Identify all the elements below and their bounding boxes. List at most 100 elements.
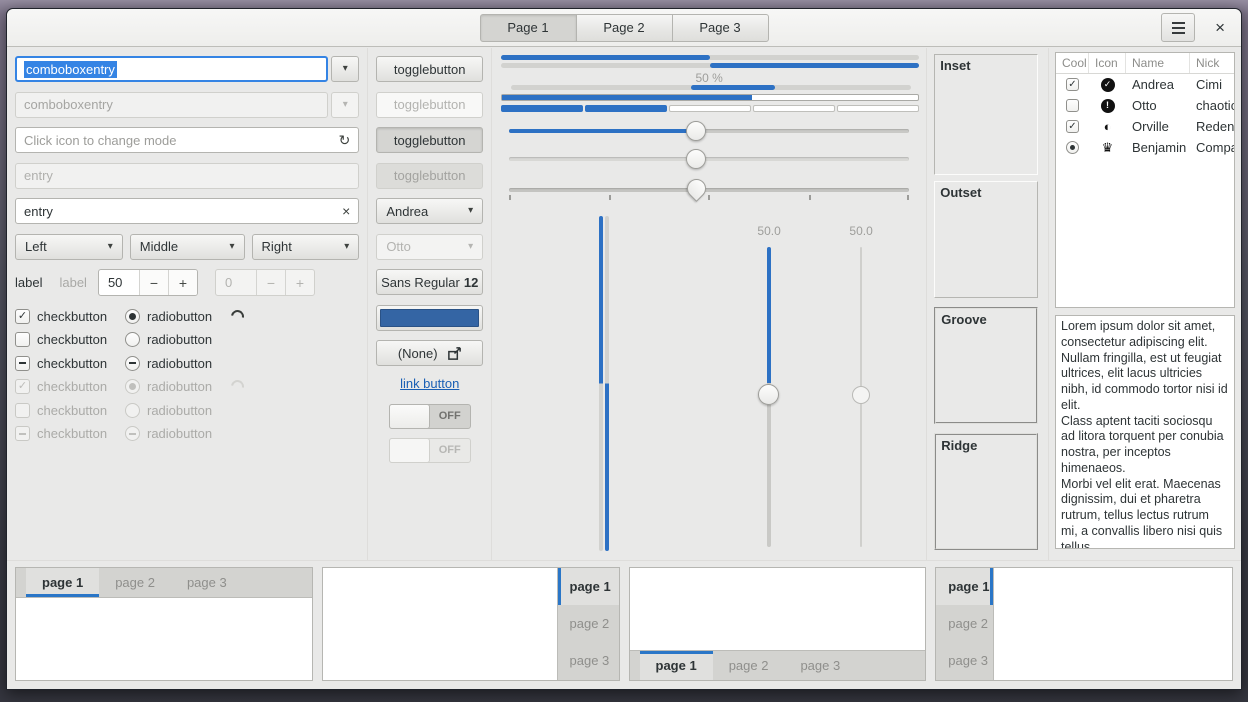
scale-mark: [809, 195, 811, 200]
notebook-tabs-left: page 1 page 2 page 3: [935, 567, 1233, 681]
label: label: [15, 275, 42, 290]
spinbutton-value[interactable]: 50: [99, 270, 139, 295]
spinbutton-disabled-value: 0: [216, 270, 256, 295]
combobox-middle[interactable]: Middle ▾: [130, 234, 245, 260]
table-row[interactable]: ! Otto chaotic: [1056, 95, 1234, 116]
left-column: comboboxentry ▾ comboboxentry ▾: [7, 48, 368, 560]
comboboxentry-input[interactable]: comboboxentry: [15, 56, 328, 82]
app-chooser-button[interactable]: (None): [376, 340, 483, 366]
entry-value: entry: [24, 204, 342, 219]
tab-page-1[interactable]: Page 1: [480, 14, 577, 42]
hscale2-track[interactable]: [509, 157, 909, 161]
mode-entry-input[interactable]: [24, 133, 339, 148]
column-header-icon[interactable]: Icon: [1089, 53, 1126, 73]
nb4-tab-page3[interactable]: page 3: [936, 642, 993, 679]
checkbox-indeterminate[interactable]: [15, 356, 30, 371]
vscale2-value-label: 50.0: [821, 224, 901, 238]
spinbutton-disabled: 0 − +: [215, 269, 315, 296]
hscale-marks-track[interactable]: [509, 188, 909, 192]
togglebutton-active[interactable]: togglebutton: [376, 127, 483, 153]
vertical-progressbar-up: [605, 216, 609, 551]
levelbar-discrete: [501, 105, 919, 112]
vscale-value-label: 50.0: [729, 224, 809, 238]
spin-plus-button[interactable]: +: [168, 270, 197, 295]
nb1-page-content: [16, 598, 312, 680]
page-switcher: Page 1 Page 2 Page 3: [480, 14, 769, 42]
scale-mark: [907, 195, 909, 200]
togglebutton[interactable]: togglebutton: [376, 56, 483, 82]
checkbox-unchecked[interactable]: [15, 332, 30, 347]
table-row[interactable]: ♛ Benjamin Compa…: [1056, 137, 1234, 158]
progressbar-activity: [511, 85, 911, 90]
hscale-handle[interactable]: [686, 121, 706, 141]
vscale2-handle[interactable]: [852, 386, 870, 404]
column-header-name[interactable]: Name: [1126, 53, 1190, 73]
scale-mark: [708, 195, 710, 200]
switch-off[interactable]: OFF: [389, 404, 471, 429]
tab-page-2[interactable]: Page 2: [576, 14, 673, 42]
color-button[interactable]: [376, 305, 483, 331]
nb2-tab-page1[interactable]: page 1: [558, 568, 619, 605]
radio-unselected[interactable]: [125, 332, 140, 347]
font-button[interactable]: Sans Regular12: [376, 269, 483, 295]
table-row[interactable]: ✓ ✓ Andrea Cimi: [1056, 74, 1234, 95]
comboboxentry-dropdown-button[interactable]: ▾: [331, 56, 359, 82]
nb2-tab-page2[interactable]: page 2: [558, 605, 619, 642]
row-radio-selected[interactable]: [1066, 141, 1079, 154]
vertical-progressbar-down: [599, 216, 603, 551]
notebook-tabs-right: page 1 page 2 page 3: [322, 567, 620, 681]
close-button[interactable]: ×: [1211, 17, 1229, 38]
row-checkbox-checked[interactable]: ✓: [1066, 78, 1079, 91]
nb1-tab-page1[interactable]: page 1: [26, 568, 99, 597]
vscale-handle[interactable]: [758, 384, 779, 405]
half-circle-emblem-icon: ◐: [1104, 120, 1112, 133]
combobox-right[interactable]: Right ▾: [252, 234, 360, 260]
nb2-tab-page3[interactable]: page 3: [558, 642, 619, 679]
hscale-marks-handle[interactable]: [683, 175, 710, 202]
clear-icon[interactable]: ×: [342, 203, 350, 219]
spinbutton[interactable]: 50 − +: [98, 269, 198, 296]
nb3-tab-page3[interactable]: page 3: [784, 651, 856, 680]
column-header-cool[interactable]: Cool: [1056, 53, 1089, 73]
table-row[interactable]: ✓ ◐ Orville Reden…: [1056, 116, 1234, 137]
checkbox-checked[interactable]: ✓: [15, 309, 30, 324]
lorem-paragraph-3: Morbi vel elit erat. Maecenas dignissim,…: [1061, 477, 1229, 550]
mode-entry[interactable]: ↻: [15, 127, 359, 153]
combobox-andrea[interactable]: Andrea ▾: [376, 198, 483, 224]
switch-knob[interactable]: [389, 404, 430, 429]
tab-page-3[interactable]: Page 3: [672, 14, 769, 42]
radio-indeterminate[interactable]: [125, 356, 140, 371]
spinner-icon: [228, 307, 246, 325]
entry[interactable]: entry ×: [15, 198, 359, 224]
nb4-tab-page1[interactable]: page 1: [936, 568, 993, 605]
link-button[interactable]: link button: [376, 376, 483, 391]
spinner-disabled-icon: [228, 377, 246, 395]
treeview[interactable]: Cool Icon Name Nick ✓ ✓ Andrea Cimi !: [1055, 52, 1235, 308]
chevron-down-icon: ▾: [230, 242, 235, 252]
label-disabled: label: [59, 275, 86, 290]
chevron-down-icon: ▾: [343, 64, 348, 74]
combobox-otto-disabled: Otto ▾: [376, 234, 483, 260]
spin-minus-button[interactable]: −: [139, 270, 168, 295]
frames-column: Inset Outset Groove Ridge: [927, 48, 1049, 560]
refresh-icon[interactable]: ↻: [339, 132, 351, 149]
frame-outset: Outset: [934, 181, 1038, 298]
radio-selected[interactable]: [125, 309, 140, 324]
nb3-tab-page2[interactable]: page 2: [713, 651, 785, 680]
chevron-down-icon: ▾: [108, 242, 113, 252]
radio-indeterminate-disabled: [125, 426, 140, 441]
hscale-track[interactable]: [509, 129, 909, 133]
nb1-tab-page2[interactable]: page 2: [99, 568, 171, 597]
lorem-paragraph-2: Class aptent taciti sociosqu ad litora t…: [1061, 414, 1229, 477]
textview[interactable]: Lorem ipsum dolor sit amet, consectetur …: [1055, 315, 1235, 549]
combobox-left[interactable]: Left ▾: [15, 234, 123, 260]
row-checkbox-unchecked[interactable]: [1066, 99, 1079, 112]
nb3-tab-page1[interactable]: page 1: [640, 651, 713, 680]
nb1-tab-page3[interactable]: page 3: [171, 568, 243, 597]
hscale2-handle[interactable]: [686, 149, 706, 169]
nb4-tab-page2[interactable]: page 2: [936, 605, 993, 642]
nb4-page-content: [994, 568, 1232, 680]
row-checkbox-checked[interactable]: ✓: [1066, 120, 1079, 133]
hamburger-menu-button[interactable]: [1161, 13, 1195, 42]
column-header-nick[interactable]: Nick: [1190, 53, 1234, 73]
